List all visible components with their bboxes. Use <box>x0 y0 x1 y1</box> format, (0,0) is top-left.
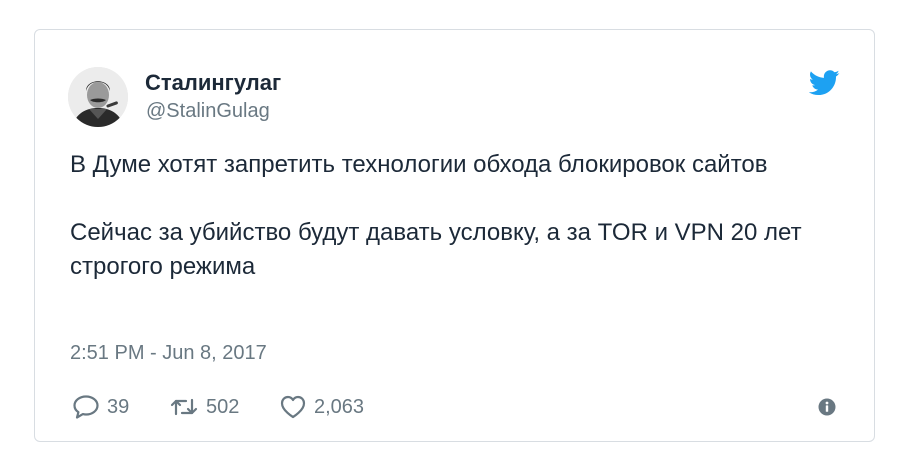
tweet-card: Сталингулаг @StalinGulag В Думе хотят за… <box>34 29 875 442</box>
retweet-arrows-icon <box>170 398 198 416</box>
tweet-text: В Думе хотят запретить технологии обхода… <box>70 148 850 284</box>
tweet-timestamp[interactable]: 2:51 PM - Jun 8, 2017 <box>70 342 267 365</box>
author-display-name[interactable]: Сталингулаг <box>145 70 281 96</box>
heart-icon <box>280 395 306 419</box>
author-handle[interactable]: @StalinGulag <box>146 100 270 123</box>
retweet-button[interactable]: 502 <box>169 392 239 422</box>
tweet-paragraph: Сейчас за убийство будут давать условку,… <box>70 219 802 280</box>
avatar-portrait-icon <box>68 67 128 127</box>
reply-count: 39 <box>107 395 130 418</box>
reply-button[interactable]: 39 <box>72 392 129 422</box>
retweet-count: 502 <box>206 395 240 418</box>
like-button[interactable]: 2,063 <box>279 392 364 422</box>
info-icon[interactable] <box>818 398 836 416</box>
avatar[interactable] <box>68 67 128 127</box>
tweet-paragraph: В Думе хотят запретить технологии обхода… <box>70 151 768 178</box>
speech-bubble-icon <box>73 395 99 419</box>
like-count: 2,063 <box>314 395 365 418</box>
twitter-bird-icon[interactable] <box>809 70 840 96</box>
